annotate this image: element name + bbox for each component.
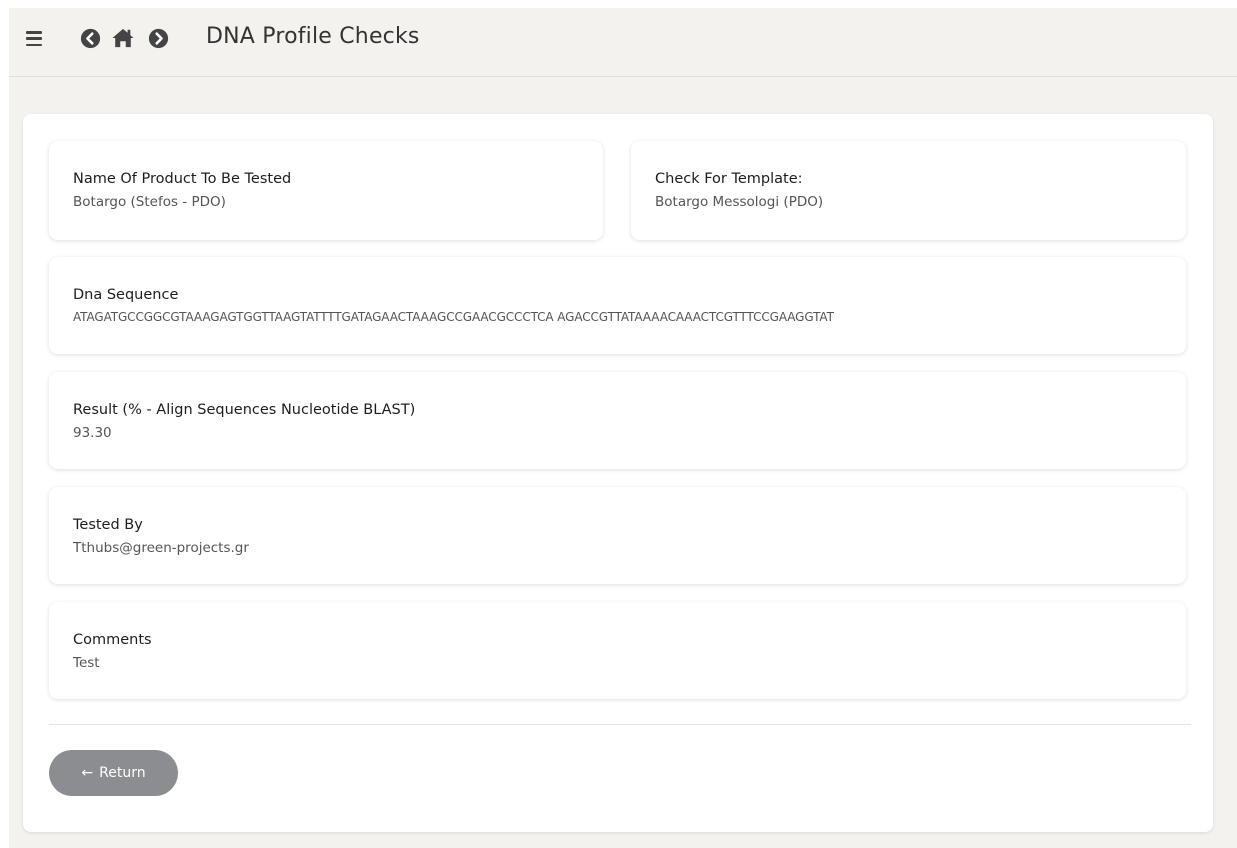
app-window: DNA Profile Checks Name Of Product To Be… — [9, 8, 1237, 848]
tested-by-value: Tthubs@green-projects.gr — [73, 540, 249, 556]
divider — [49, 724, 1191, 725]
comments-value: Test — [73, 655, 100, 671]
page-title: DNA Profile Checks — [206, 24, 420, 49]
tested-by-field: Tested By Tthubs@green-projects.gr — [49, 487, 1186, 584]
product-name-value: Botargo (Stefos - PDO) — [73, 194, 226, 210]
comments-field: Comments Test — [49, 602, 1186, 699]
tested-by-label: Tested By — [73, 517, 143, 533]
top-bar: DNA Profile Checks — [9, 8, 1237, 77]
menu-icon[interactable] — [26, 31, 42, 46]
forward-icon[interactable] — [148, 28, 169, 49]
arrow-left-icon: ← — [81, 765, 94, 781]
dna-sequence-value: ATAGATGCCGGCGTAAAGAGTGGTTAAGTATTTTGATAGA… — [73, 310, 834, 324]
product-name-label: Name Of Product To Be Tested — [73, 171, 292, 187]
dna-sequence-field: Dna Sequence ATAGATGCCGGCGTAAAGAGTGGTTAA… — [49, 257, 1186, 354]
return-button[interactable]: ← Return — [49, 750, 178, 796]
back-icon[interactable] — [80, 28, 101, 49]
template-value: Botargo Messologi (PDO) — [655, 194, 824, 210]
result-value: 93.30 — [73, 425, 112, 441]
result-label: Result (% - Align Sequences Nucleotide B… — [73, 402, 416, 418]
product-name-field: Name Of Product To Be Tested Botargo (St… — [49, 141, 603, 240]
comments-label: Comments — [73, 632, 152, 648]
template-field: Check For Template: Botargo Messologi (P… — [631, 141, 1186, 240]
template-label: Check For Template: — [655, 171, 803, 187]
home-icon[interactable] — [111, 27, 135, 49]
result-field: Result (% - Align Sequences Nucleotide B… — [49, 372, 1186, 469]
dna-check-detail-card: Name Of Product To Be Tested Botargo (St… — [23, 114, 1213, 832]
dna-sequence-label: Dna Sequence — [73, 287, 179, 303]
return-button-label: Return — [99, 765, 146, 781]
